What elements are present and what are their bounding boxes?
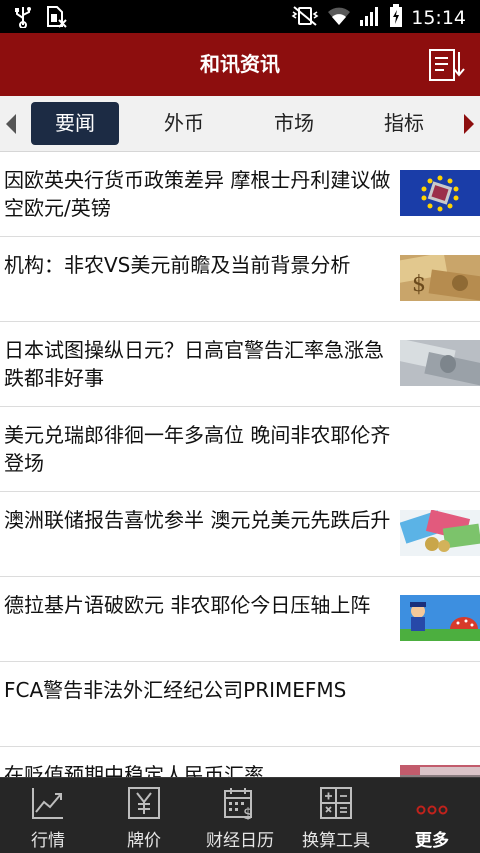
news-item[interactable]: 在贬值预期中稳定人民币汇率 [0, 747, 480, 777]
dollar-bills-thumbnail: $ [400, 255, 480, 301]
no-sim-icon [46, 6, 68, 32]
nav-item-paijia[interactable]: 牌价 [96, 778, 192, 853]
news-title: 因欧英央行货币政策差异 摩根士丹利建议做空欧元/英镑 [4, 168, 391, 220]
news-item[interactable]: 德拉基片语破欧元 非农耶伦今日压轴上阵 [0, 577, 480, 662]
tab-waibi[interactable]: 外币 [140, 102, 228, 145]
sort-list-icon [426, 49, 466, 88]
news-item[interactable]: FCA警告非法外汇经纪公司PRIMEFMS [0, 662, 480, 747]
rmb-notes-thumbnail [400, 765, 480, 777]
tab-zhibiao[interactable]: 指标 [360, 102, 448, 145]
nav-item-hangqing[interactable]: 行情 [0, 778, 96, 853]
aud-notes-thumbnail [400, 510, 480, 556]
more-dots-icon [415, 786, 449, 820]
news-item[interactable]: 日本试图操纵日元？日高官警告汇率急涨急跌都非好事 [0, 322, 480, 407]
calendar-dollar-icon: $ [223, 786, 257, 823]
nav-label: 换算工具 [302, 831, 370, 851]
svg-text:$: $ [243, 804, 253, 820]
vibrate-mute-icon [291, 5, 319, 31]
news-title: 机构：非农VS美元前瞻及当前背景分析 [4, 253, 351, 277]
svg-text:$: $ [412, 272, 426, 297]
news-title: 在贬值预期中稳定人民币汇率 [4, 763, 264, 777]
wifi-icon [327, 5, 351, 31]
news-title: 日本试图操纵日元？日高官警告汇率急涨急跌都非好事 [4, 338, 384, 390]
battery-charging-icon [389, 4, 403, 32]
nav-label: 行情 [31, 831, 65, 851]
nav-item-gengduo[interactable]: 更多 [384, 778, 480, 853]
line-chart-icon [31, 786, 65, 820]
news-item[interactable]: 澳洲联储报告喜忧参半 澳元兑美元先跌后升 [0, 492, 480, 577]
news-item[interactable]: 因欧英央行货币政策差异 摩根士丹利建议做空欧元/英镑 [0, 152, 480, 237]
news-title: 美元兑瑞郎徘徊一年多高位 晚间非农耶伦齐登场 [4, 423, 391, 475]
euro-flag-thumbnail [400, 170, 480, 216]
nav-label: 牌价 [127, 831, 161, 851]
calculator-icon [319, 786, 353, 820]
yen-notes-thumbnail [400, 340, 480, 386]
app-bar: 和讯资讯 [0, 33, 480, 96]
news-list: 因欧英央行货币政策差异 摩根士丹利建议做空欧元/英镑 机构：非农VS美元前瞻及当… [0, 152, 480, 777]
news-title: FCA警告非法外汇经纪公司PRIMEFMS [4, 678, 347, 702]
status-bar: 15:14 [0, 0, 480, 33]
news-item[interactable]: 美元兑瑞郎徘徊一年多高位 晚间非农耶伦齐登场 [0, 407, 480, 492]
news-title: 澳洲联储报告喜忧参半 澳元兑美元先跌后升 [4, 508, 391, 532]
arrow-right-icon[interactable] [462, 113, 476, 139]
tab-shichang[interactable]: 市场 [250, 102, 338, 145]
nav-item-huansuan[interactable]: 换算工具 [288, 778, 384, 853]
nav-label: 财经日历 [206, 831, 274, 851]
cartoon-thumbnail [400, 595, 480, 641]
news-title: 德拉基片语破欧元 非农耶伦今日压轴上阵 [4, 593, 371, 617]
signal-icon [359, 5, 381, 31]
nav-item-caijing-rili[interactable]: $ 财经日历 [192, 778, 288, 853]
nav-label: 更多 [415, 831, 449, 851]
usb-icon [14, 6, 32, 32]
news-item[interactable]: 机构：非农VS美元前瞻及当前背景分析 $ [0, 237, 480, 322]
status-time: 15:14 [411, 7, 466, 29]
category-tabs: 要闻 外币 市场 指标 [0, 96, 480, 152]
arrow-left-icon[interactable] [4, 113, 18, 139]
tab-yaowen[interactable]: 要闻 [31, 102, 119, 145]
yuan-board-icon [127, 786, 161, 820]
app-title: 和讯资讯 [200, 52, 280, 76]
bottom-nav: 行情 牌价 $ 财经日历 换算工具 更多 [0, 777, 480, 853]
sort-button[interactable] [426, 46, 466, 84]
